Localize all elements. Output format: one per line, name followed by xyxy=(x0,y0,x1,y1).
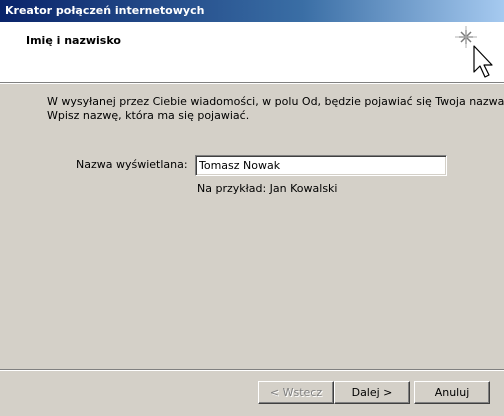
header-divider xyxy=(0,82,504,84)
wizard-header: Imię i nazwisko xyxy=(0,22,504,82)
page-title: Imię i nazwisko xyxy=(26,34,121,47)
wizard-window: Kreator połączeń internetowych Imię i na… xyxy=(0,0,504,416)
footer-divider xyxy=(0,369,504,371)
display-name-label: Nazwa wyświetlana: xyxy=(76,158,188,171)
wizard-sparkle-cursor-icon xyxy=(455,26,493,78)
display-name-input[interactable] xyxy=(195,155,447,176)
example-hint: Na przykład: Jan Kowalski xyxy=(197,182,338,195)
instructions: W wysyłanej przez Ciebie wiadomości, w p… xyxy=(47,95,504,123)
back-button[interactable]: < Wstecz xyxy=(258,381,334,404)
window-title-bar[interactable]: Kreator połączeń internetowych xyxy=(0,0,504,22)
instruction-line-2: Wpisz nazwę, która ma się pojawiać. xyxy=(47,109,250,122)
cancel-button[interactable]: Anuluj xyxy=(414,381,490,404)
window-title: Kreator połączeń internetowych xyxy=(5,4,205,17)
instruction-line-1: W wysyłanej przez Ciebie wiadomości, w p… xyxy=(47,95,504,108)
next-button[interactable]: Dalej > xyxy=(334,381,410,404)
